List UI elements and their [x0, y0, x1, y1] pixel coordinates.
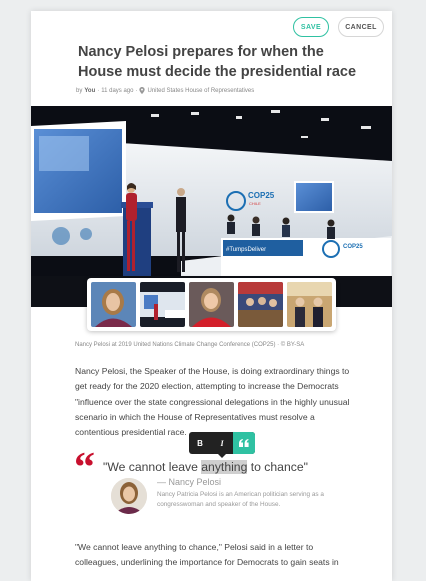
quote-mark-icon: “ [74, 445, 95, 491]
meta-separator: · [97, 87, 100, 94]
format-toolbar: B I [189, 432, 255, 458]
thumbnail-portrait[interactable] [91, 282, 136, 327]
cancel-button[interactable]: CANCEL [338, 17, 384, 37]
italic-button[interactable]: I [211, 432, 233, 454]
image-caption: Nancy Pelosi at 2019 United Nations Clim… [75, 342, 305, 348]
bold-button[interactable]: B [189, 432, 211, 454]
meta-time: 11 days ago [101, 87, 134, 94]
article-title[interactable]: Nancy Pelosi prepares for when the House… [78, 42, 368, 82]
meta-by: by [76, 87, 83, 94]
quote-text-before: "We cannot leave [103, 460, 202, 474]
conference-photo: COP25 CHILE #TumpsDeliver COP25 [31, 106, 392, 307]
svg-text:#TumpsDeliver: #TumpsDeliver [226, 247, 266, 253]
image-thumbnail-strip [87, 278, 336, 331]
paragraph-1[interactable]: Nancy Pelosi, the Speaker of the House, … [75, 364, 355, 440]
svg-text:COP25: COP25 [343, 244, 363, 250]
hero-image[interactable]: COP25 CHILE #TumpsDeliver COP25 [31, 106, 392, 307]
quote-text-after: to chance" [247, 460, 308, 474]
thumbnail-red-portrait[interactable] [189, 282, 234, 327]
meta-separator: · [135, 87, 138, 94]
quote-author: — Nancy Pelosi [157, 477, 222, 487]
quote-icon [239, 439, 249, 447]
location-pin-icon [139, 87, 146, 94]
author-avatar [111, 478, 147, 514]
save-button[interactable]: SAVE [293, 17, 329, 37]
blockquote-text[interactable]: "We cannot leave anything to chance" [103, 460, 308, 474]
toolbar-pointer [218, 454, 226, 458]
meta-location[interactable]: United States House of Representatives [147, 88, 254, 94]
quote-text-selection[interactable]: anything [201, 460, 248, 474]
svg-text:CHILE: CHILE [249, 201, 261, 206]
thumbnail-meeting[interactable] [287, 282, 332, 327]
article-editor-card: SAVE CANCEL Nancy Pelosi prepares for wh… [31, 11, 392, 581]
thumbnail-conference[interactable] [140, 282, 185, 327]
thumbnail-signing[interactable] [238, 282, 283, 327]
quote-button[interactable] [233, 432, 255, 454]
svg-text:COP25: COP25 [248, 191, 275, 200]
quote-author-bio: Nancy Patricia Pelosi is an American pol… [157, 491, 324, 508]
article-meta: by You · 11 days ago · United States Hou… [76, 87, 254, 94]
meta-author[interactable]: You [84, 88, 95, 94]
paragraph-2[interactable]: "We cannot leave anything to chance," Pe… [75, 540, 355, 571]
